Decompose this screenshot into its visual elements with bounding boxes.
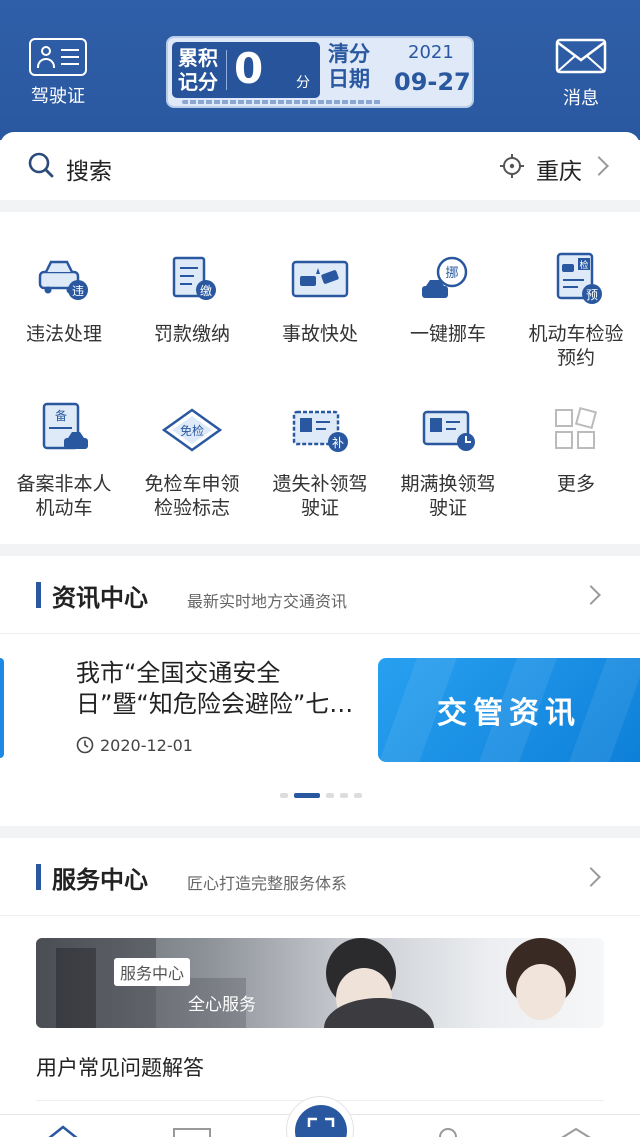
envelope-icon	[555, 38, 607, 74]
renew-license-icon	[422, 410, 475, 451]
news-item-title[interactable]: 我市“全国交通安全日”暨“知危险会避险”七…	[76, 658, 372, 720]
news-image-text: 交管资讯	[437, 696, 581, 731]
chevron-right-icon	[589, 156, 609, 176]
profile-icon[interactable]	[556, 1125, 596, 1137]
service-renew-license[interactable]: 期满换领驾驶证	[384, 400, 512, 520]
svg-text:免检: 免检	[180, 423, 204, 438]
svg-text:违: 违	[72, 284, 84, 298]
home-icon[interactable]	[46, 1125, 80, 1137]
svg-text:挪: 挪	[445, 266, 458, 281]
banner-subtitle: 全心服务	[188, 995, 256, 1015]
driver-license-label: 驾驶证	[31, 86, 85, 107]
service-center-header[interactable]: 服务中心 匠心打造完整服务体系	[0, 838, 640, 916]
svg-text:检: 检	[579, 259, 588, 271]
clear-date-year: 2021	[408, 42, 454, 63]
score-card[interactable]: 累积记分 0 分 清分日期 2021 09-27	[166, 36, 474, 108]
news-item-date: 2020-12-01	[100, 736, 193, 755]
fine-payment-icon: 缴	[172, 256, 216, 300]
chevron-right-icon	[581, 867, 601, 887]
car-violation-icon: 违	[38, 260, 88, 300]
services-grid: 违 违法处理 缴 罚款缴纳 事故快处 挪 一键挪车 检 预 机动车检验预约 备 …	[0, 212, 640, 544]
news-center: 资讯中心 最新实时地方交通资讯 我市“全国交通安全日”暨“知危险会避险”七… 2…	[0, 556, 640, 826]
news-title: 资讯中心	[52, 584, 148, 612]
document-icon[interactable]	[172, 1125, 212, 1137]
messages-button[interactable]: 消息	[541, 38, 621, 110]
service-center: 服务中心 匠心打造完整服务体系 服务中心 全心服务 用户常见问题解答	[0, 838, 640, 1137]
score-unit: 分	[296, 75, 310, 91]
clock-icon	[76, 736, 94, 754]
service-label: 机动车检验预约	[528, 323, 624, 369]
search-bar[interactable]: 搜索 重庆	[0, 132, 640, 200]
score-value: 0	[234, 44, 264, 93]
exempt-inspection-icon: 免检	[161, 408, 223, 452]
city-selector[interactable]: 重庆	[536, 152, 582, 186]
service-accident[interactable]: 事故快处	[256, 250, 384, 346]
banner-tag: 服务中心	[114, 958, 191, 986]
service-center-title: 服务中心	[52, 866, 148, 894]
faq-link[interactable]: 用户常见问题解答	[36, 1052, 204, 1082]
service-label: 事故快处	[281, 323, 358, 345]
location-pin-icon[interactable]	[436, 1125, 460, 1137]
service-label: 一键挪车	[409, 323, 486, 345]
service-exempt-inspection[interactable]: 免检 免检车申领检验标志	[128, 400, 256, 520]
scan-icon	[295, 1105, 347, 1137]
news-header[interactable]: 资讯中心 最新实时地方交通资讯	[0, 556, 640, 634]
service-label: 免检车申领检验标志	[144, 473, 240, 519]
inspection-booking-icon: 检 预	[556, 252, 602, 304]
service-inspection-booking[interactable]: 检 预 机动车检验预约	[512, 250, 640, 370]
service-move-car[interactable]: 挪 一键挪车	[384, 250, 512, 346]
id-card-icon	[29, 38, 87, 76]
service-label: 违法处理	[25, 323, 102, 345]
service-center-subtitle: 匠心打造完整服务体系	[187, 874, 348, 893]
previous-slide-edge	[0, 658, 4, 758]
svg-text:预: 预	[586, 288, 598, 302]
service-label: 罚款缴纳	[153, 323, 230, 345]
service-violation[interactable]: 违 违法处理	[0, 250, 128, 346]
search-icon	[28, 152, 54, 178]
svg-text:缴: 缴	[200, 283, 212, 298]
service-more[interactable]: 更多	[512, 400, 640, 496]
top-header: 驾驶证 累积记分 0 分 清分日期 2021 09-27 消息	[0, 0, 640, 140]
service-label: 期满换领驾驶证	[400, 473, 496, 519]
score-label: 累积记分	[178, 46, 218, 94]
section-marker	[36, 864, 41, 890]
search-input[interactable]: 搜索	[66, 152, 112, 186]
location-target-icon	[500, 154, 524, 178]
move-car-icon: 挪	[422, 256, 468, 298]
chevron-right-icon	[581, 585, 601, 605]
svg-text:补: 补	[332, 436, 344, 450]
score-panel: 累积记分 0 分	[172, 42, 320, 98]
news-item-image[interactable]: 交管资讯	[378, 658, 640, 762]
vehicle-filing-icon: 备	[42, 402, 88, 450]
service-fine-payment[interactable]: 缴 罚款缴纳	[128, 250, 256, 346]
service-vehicle-filing[interactable]: 备 备案非本人机动车	[0, 400, 128, 520]
service-reissue-license[interactable]: 补 遗失补领驾驶证	[256, 400, 384, 520]
service-label: 更多	[556, 473, 595, 495]
news-subtitle: 最新实时地方交通资讯	[187, 592, 348, 611]
accident-icon	[291, 260, 349, 298]
svg-text:备: 备	[55, 409, 67, 423]
clear-date-month-day: 09-27	[394, 68, 471, 96]
service-label: 遗失补领驾驶证	[272, 473, 368, 519]
score-progress-decoration	[182, 100, 382, 104]
service-banner[interactable]: 服务中心 全心服务	[36, 938, 604, 1028]
driver-license-button[interactable]: 驾驶证	[18, 38, 98, 108]
reissue-license-icon: 补	[292, 410, 348, 452]
more-grid-icon	[555, 406, 598, 449]
clear-date-label: 清分日期	[328, 42, 370, 91]
messages-label: 消息	[563, 88, 599, 109]
service-label: 备案非本人机动车	[16, 473, 112, 519]
section-marker	[36, 582, 41, 608]
